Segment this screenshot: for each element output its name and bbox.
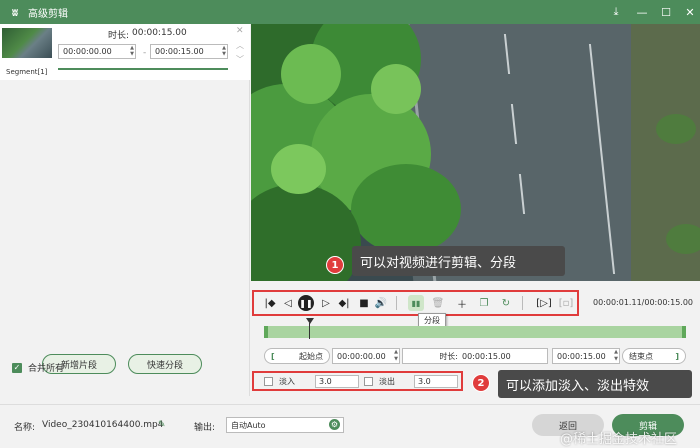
move-down-icon[interactable]: ﹀ bbox=[236, 54, 244, 65]
callout-fade-text: 可以添加淡入、淡出特效 bbox=[506, 378, 650, 394]
segment-end-value: 00:00:15.00 bbox=[155, 47, 204, 56]
gear-icon[interactable]: ⚙ bbox=[329, 419, 340, 430]
playhead-marker[interactable] bbox=[306, 318, 314, 324]
segment-label: Segment[1] bbox=[6, 68, 48, 76]
segment-start-value: 00:00:00.00 bbox=[63, 47, 112, 56]
set-start-button[interactable]: [ 起始点 bbox=[264, 348, 330, 364]
spinner-icon[interactable]: ▲ ▼ bbox=[394, 349, 398, 363]
fade-in-value: 3.0 bbox=[319, 377, 332, 386]
minimize-icon[interactable]: — bbox=[630, 0, 654, 24]
delete-icon[interactable]: 🗑 bbox=[430, 295, 446, 311]
output-format-select[interactable]: 自动Auto ⚙ bbox=[226, 417, 344, 433]
callout-fade: 可以添加淡入、淡出特效 bbox=[498, 370, 692, 398]
tree-shape bbox=[351, 164, 461, 254]
download-icon[interactable]: ⤓ bbox=[604, 0, 628, 24]
merge-all-label: 合并所有 bbox=[28, 364, 65, 374]
segment-thumbnail bbox=[2, 28, 52, 58]
next-frame-icon[interactable]: ▷ bbox=[318, 295, 334, 311]
fade-out-checkbox[interactable] bbox=[364, 376, 373, 386]
set-end-label: 结束点 bbox=[629, 351, 653, 361]
file-name: Video_230410164400.mp4 bbox=[42, 420, 164, 430]
callout-badge-1: 1 bbox=[326, 256, 344, 274]
playhead-line bbox=[309, 323, 310, 339]
output-label: 输出: bbox=[194, 423, 216, 433]
segment-duration-label: 时长: bbox=[108, 31, 130, 41]
tree-shape bbox=[666, 224, 700, 254]
callout-badge-2: 2 bbox=[472, 374, 490, 392]
move-up-icon[interactable]: ︿ bbox=[236, 40, 244, 51]
segment-panel: 时长: 00:00:15.00 00:00:00.00 ▲ ▼ - 00:00:1… bbox=[0, 24, 250, 396]
spinner-icon[interactable]: ▲ ▼ bbox=[222, 45, 226, 57]
duration-value: 00:00:15.00 bbox=[462, 351, 511, 361]
spinner-icon[interactable]: ▲ ▼ bbox=[130, 45, 134, 57]
fade-in-checkbox[interactable] bbox=[264, 376, 273, 386]
end-time-value: 00:00:15.00 bbox=[557, 351, 606, 361]
close-icon[interactable]: ✕ bbox=[678, 0, 700, 24]
callout-edit-split-text: 可以对视频进行剪辑、分段 bbox=[360, 255, 517, 271]
stop-icon[interactable]: ■ bbox=[356, 295, 372, 311]
fade-out-label: 淡出 bbox=[379, 376, 395, 386]
segment-separator: - bbox=[143, 48, 147, 58]
go-to-end-icon[interactable]: ◆| bbox=[336, 295, 352, 311]
window-title: 高级剪辑 bbox=[28, 8, 68, 20]
title-bar: ʬ 高级剪辑 bbox=[0, 0, 700, 24]
fade-out-duration-input[interactable]: 3.0 bbox=[414, 375, 458, 388]
name-label: 名称: bbox=[14, 423, 36, 433]
watermark: @稀土掘金技术社区 bbox=[560, 432, 678, 447]
divider bbox=[522, 296, 523, 310]
timeline-start-handle[interactable] bbox=[264, 326, 268, 338]
tree-shape bbox=[271, 144, 326, 194]
set-start-label: 起始点 bbox=[299, 351, 323, 361]
fade-in-option[interactable]: 淡入 bbox=[264, 374, 295, 388]
edit-name-icon[interactable]: ✎ bbox=[158, 420, 166, 430]
segment-duration-value: 00:00:15.00 bbox=[132, 28, 187, 38]
volume-icon[interactable]: 🔊 bbox=[373, 295, 389, 311]
merge-all-checkbox[interactable]: ✓ bbox=[12, 362, 22, 373]
timeline-end-handle[interactable] bbox=[682, 326, 686, 338]
tree-shape bbox=[656, 114, 696, 144]
add-icon[interactable]: ＋ bbox=[454, 295, 470, 311]
maximize-icon[interactable]: ☐ bbox=[654, 0, 678, 24]
fade-out-option[interactable]: 淡出 bbox=[364, 374, 395, 388]
segment-progress-bar bbox=[58, 68, 228, 70]
bracket-left-icon: [ bbox=[271, 351, 275, 361]
prev-frame-icon[interactable]: ◁ bbox=[280, 295, 296, 311]
go-to-start-icon[interactable]: |◆ bbox=[262, 295, 278, 311]
segment-end-input[interactable]: 00:00:15.00 ▲ ▼ bbox=[150, 44, 228, 59]
timeline-track[interactable] bbox=[264, 326, 686, 338]
remove-segment-icon[interactable]: ✕ bbox=[236, 26, 244, 36]
duration-display: 时长: 00:00:15.00 bbox=[402, 348, 548, 364]
split-icon[interactable]: ▮▮ bbox=[408, 295, 424, 311]
end-time-input[interactable]: 00:00:15.00 ▲ ▼ bbox=[552, 348, 620, 364]
reset-icon[interactable]: ↻ bbox=[498, 295, 514, 311]
tree-shape bbox=[371, 64, 421, 114]
video-preview[interactable]: 可以对视频进行剪辑、分段 1 bbox=[251, 24, 700, 281]
merge-all-option[interactable]: ✓ 合并所有 bbox=[12, 361, 64, 374]
divider bbox=[396, 296, 397, 310]
tree-shape bbox=[281, 44, 341, 104]
fade-in-label: 淡入 bbox=[279, 376, 295, 386]
segment-card[interactable]: 时长: 00:00:15.00 00:00:00.00 ▲ ▼ - 00:00:1… bbox=[0, 24, 250, 80]
set-end-button[interactable]: 结束点 ] bbox=[622, 348, 686, 364]
start-time-input[interactable]: 00:00:00.00 ▲ ▼ bbox=[332, 348, 400, 364]
output-format-value: 自动Auto bbox=[231, 420, 266, 430]
play-selection-icon[interactable]: [▷] bbox=[536, 295, 552, 311]
select-region-icon[interactable]: [▫] bbox=[558, 295, 574, 311]
app-logo-icon: ʬ bbox=[11, 5, 19, 19]
quick-split-button[interactable]: 快速分段 bbox=[128, 354, 202, 374]
pause-icon[interactable]: ❚❚ bbox=[298, 295, 314, 311]
fade-out-value: 3.0 bbox=[418, 377, 431, 386]
timecode-display: 00:00:01.11/00:00:15.00 bbox=[593, 298, 693, 307]
segment-start-input[interactable]: 00:00:00.00 ▲ ▼ bbox=[58, 44, 136, 59]
split-tooltip: 分段 bbox=[418, 313, 446, 327]
callout-edit-split: 可以对视频进行剪辑、分段 bbox=[352, 246, 565, 276]
fade-in-duration-input[interactable]: 3.0 bbox=[315, 375, 359, 388]
duration-label: 时长: bbox=[439, 351, 459, 361]
bracket-right-icon: ] bbox=[675, 351, 679, 361]
copy-icon[interactable]: ❐ bbox=[476, 295, 492, 311]
spinner-icon[interactable]: ▲ ▼ bbox=[614, 349, 618, 363]
start-time-value: 00:00:00.00 bbox=[337, 351, 386, 361]
